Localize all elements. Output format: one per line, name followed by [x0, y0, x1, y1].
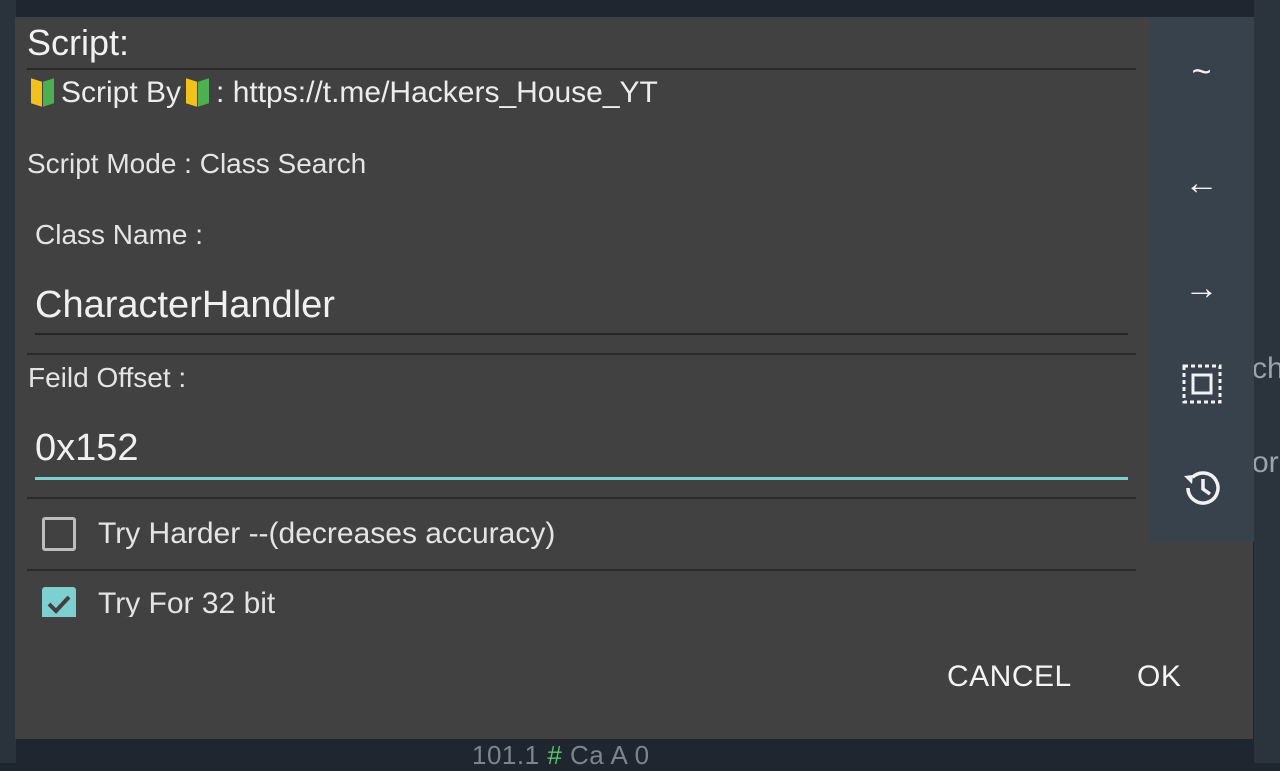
background-status-text: 101.1 # Ca A 0 [472, 740, 650, 770]
try-harder-checkbox-row[interactable]: Try Harder --(decreases accuracy) [42, 517, 555, 551]
try-32bit-checkbox-row[interactable]: Try For 32 bit [42, 587, 275, 617]
beginner-mark-icon [184, 78, 212, 108]
dialog-title: Script: [27, 22, 130, 63]
cancel-button[interactable]: CANCEL [947, 660, 1072, 694]
field-offset-input[interactable] [35, 425, 1125, 471]
divider [27, 497, 1136, 499]
arrow-right-icon: → [1184, 268, 1219, 307]
select-all-icon [1182, 364, 1221, 404]
background-text: or [1252, 446, 1279, 479]
try-32bit-label: Try For 32 bit [98, 587, 276, 617]
field-offset-underline [35, 477, 1128, 480]
checkmark-icon [47, 595, 71, 614]
class-name-label: Class Name : [35, 219, 204, 250]
try-32bit-checkbox[interactable] [42, 587, 76, 617]
background-text: ch [1252, 352, 1280, 385]
class-name-underline [35, 333, 1128, 335]
divider [27, 68, 1136, 70]
script-dialog [15, 17, 1253, 739]
try-harder-checkbox[interactable] [42, 517, 76, 551]
move-left-button[interactable]: ← [1149, 153, 1254, 213]
beginner-mark-icon [29, 78, 57, 108]
side-toolbar: ~ ← → [1149, 17, 1254, 542]
tilde-icon: ~ [1191, 52, 1212, 91]
scroll-clip: Try For 32 bit [15, 572, 1149, 617]
author-line: Script By : https://t.me/Hackers_House_Y… [29, 76, 658, 110]
divider [27, 569, 1136, 571]
author-link[interactable]: https://t.me/Hackers_House_YT [233, 76, 658, 110]
divider [27, 353, 1136, 355]
field-offset-label: Feild Offset : [28, 362, 187, 393]
try-harder-label: Try Harder --(decreases accuracy) [98, 517, 556, 550]
select-all-button[interactable] [1149, 354, 1254, 414]
history-button[interactable] [1149, 458, 1254, 518]
tilde-button[interactable]: ~ [1149, 42, 1254, 102]
class-name-input[interactable] [35, 282, 1125, 328]
arrow-left-icon: ← [1184, 163, 1219, 202]
history-icon [1183, 471, 1220, 505]
move-right-button[interactable]: → [1149, 258, 1254, 318]
background-app-left [0, 0, 16, 763]
author-label: Script By [61, 76, 182, 109]
script-mode-text: Script Mode : Class Search [27, 148, 367, 179]
ok-button[interactable]: OK [1137, 660, 1181, 694]
author-separator: : [216, 76, 233, 109]
